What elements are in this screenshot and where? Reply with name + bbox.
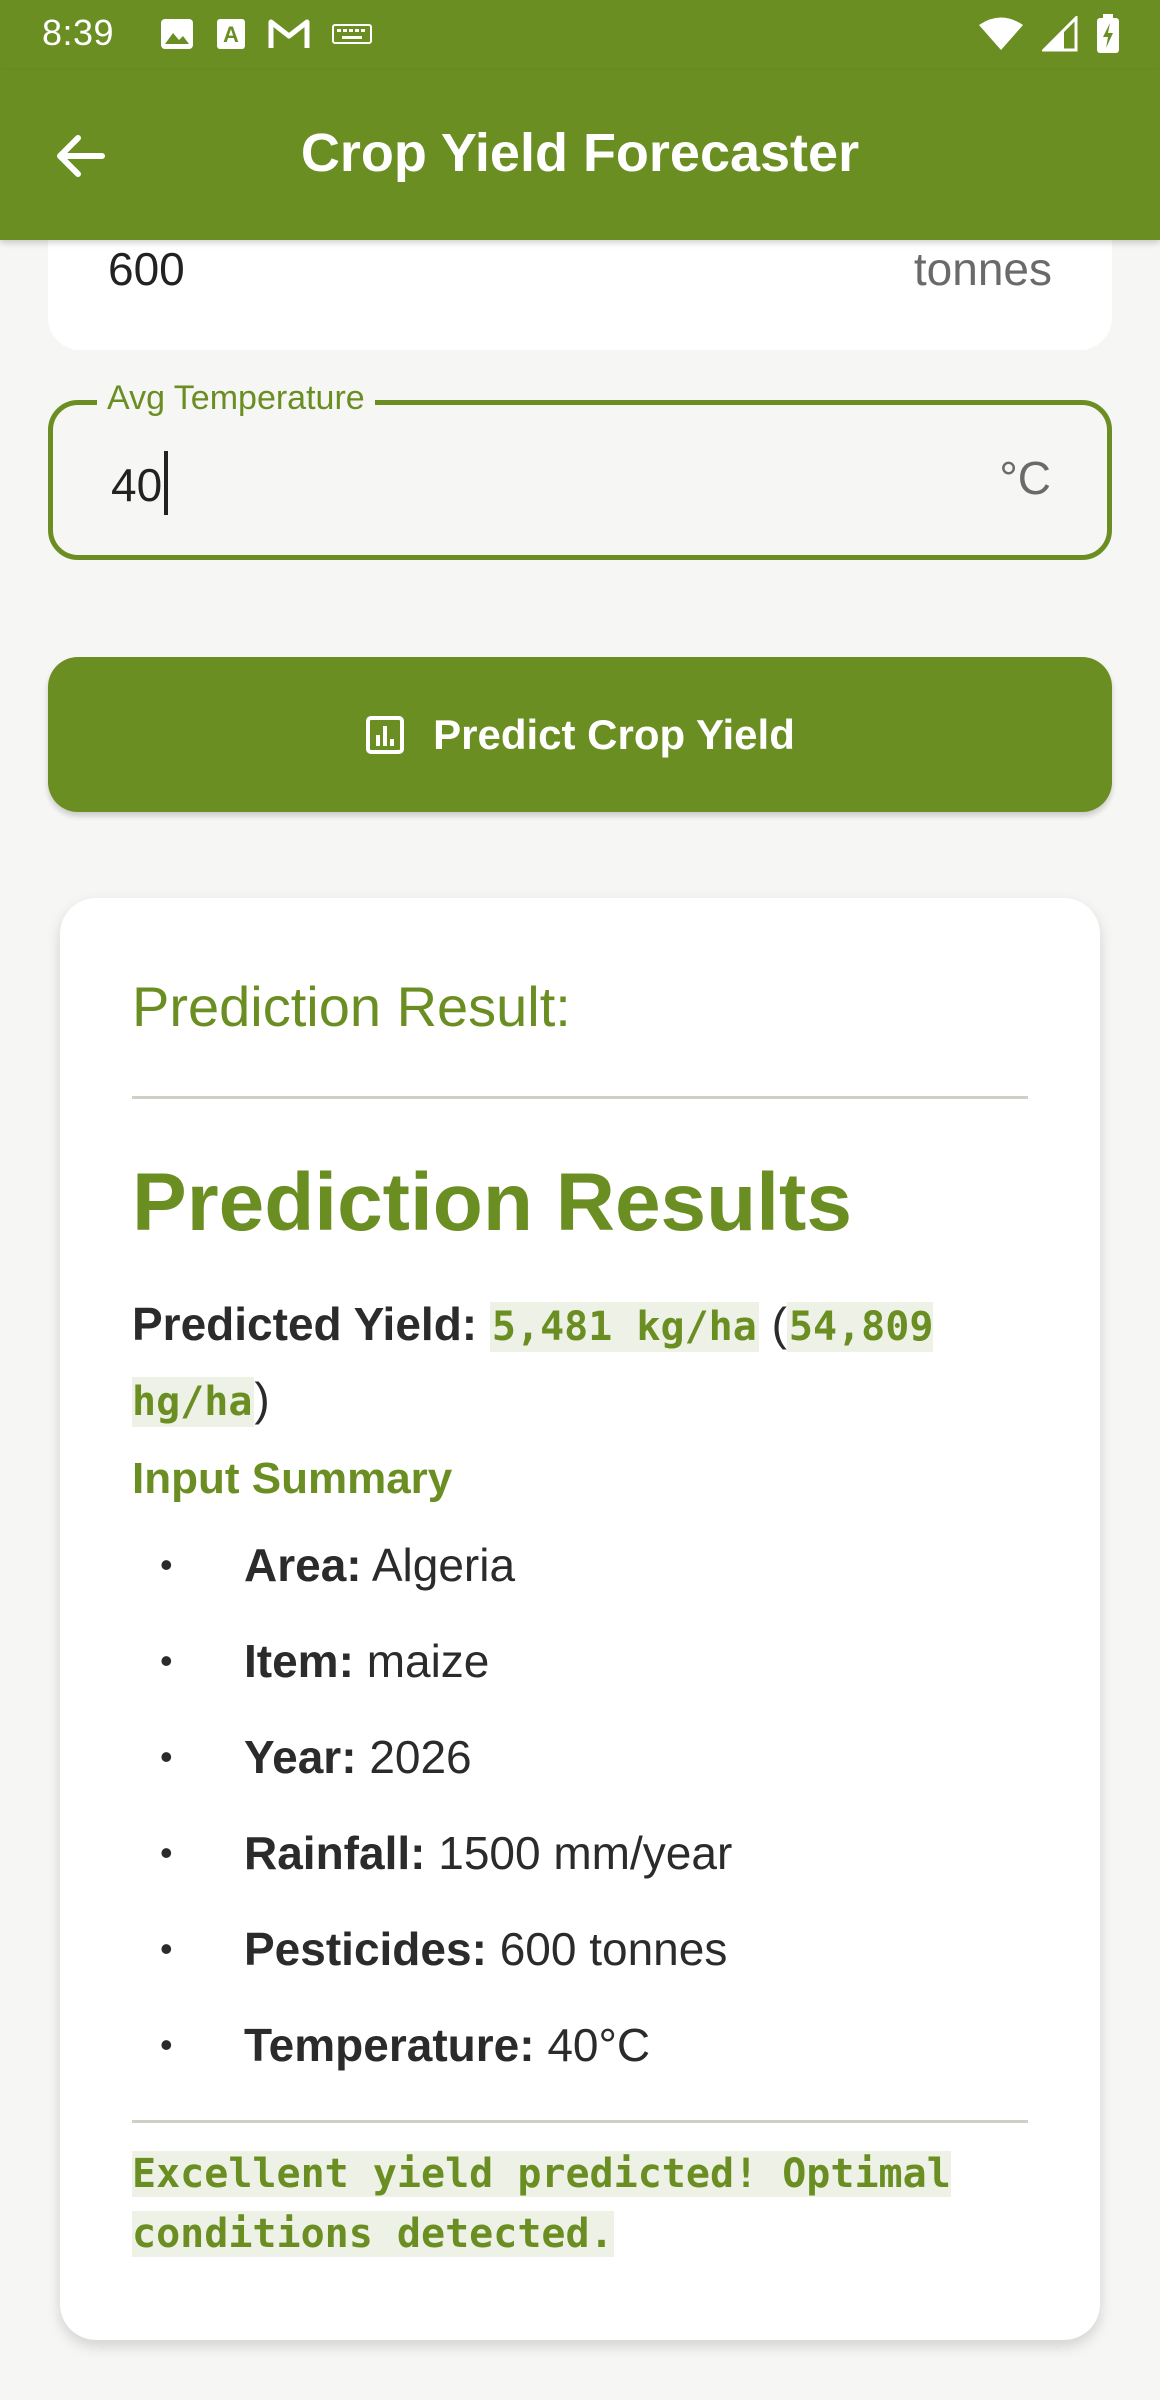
predict-button[interactable]: Predict Crop Yield: [48, 657, 1112, 812]
list-item: • Year: 2026: [160, 1731, 472, 1783]
pesticides-suffix: tonnes: [913, 243, 1052, 295]
gmail-icon: [268, 19, 310, 48]
status-time: 8:39: [42, 12, 115, 53]
list-item: • Area: Algeria: [160, 1539, 516, 1591]
yield-label: Predicted Yield:: [132, 1298, 478, 1350]
result-heading: Prediction Result:: [132, 975, 571, 1038]
list-item: • Rainfall: 1500 mm/year: [160, 1827, 733, 1879]
page-title: Crop Yield Forecaster: [300, 123, 860, 183]
summary-value: 1500 mm/year: [438, 1827, 733, 1879]
input-summary-title: Input Summary: [132, 1454, 453, 1503]
temperature-label: Avg Temperature: [97, 379, 375, 418]
summary-value: 40°C: [547, 2019, 651, 2071]
svg-text:A: A: [223, 22, 239, 47]
wifi-icon: [979, 17, 1023, 50]
divider: [132, 1096, 1028, 1099]
yield-kg: 5,481 kg/ha: [489, 1302, 759, 1352]
conclusion-line-1: Excellent yield predicted! Optimal: [132, 2151, 951, 2197]
summary-value: 600 tonnes: [499, 1923, 728, 1975]
system-icons: [978, 14, 1120, 54]
text-caret: [164, 451, 169, 515]
list-item: • Item: maize: [160, 1635, 490, 1687]
summary-key: Pesticides:: [244, 1923, 487, 1975]
list-item: • Temperature: 40°C: [160, 2019, 651, 2071]
pesticides-value: 600: [108, 243, 185, 295]
summary-key: Temperature:: [244, 2019, 535, 2071]
a-icon: A: [217, 19, 245, 49]
temperature-value: 40: [111, 459, 163, 511]
chart-icon: [366, 715, 405, 754]
summary-key: Rainfall:: [244, 1827, 426, 1879]
summary-value: maize: [366, 1635, 490, 1687]
status-bar: 8:39 A: [0, 0, 1160, 70]
image-icon: [161, 19, 193, 49]
result-card: Prediction Result: Prediction Results Pr…: [60, 898, 1100, 2340]
conclusion-line-2: conditions detected.: [132, 2211, 614, 2257]
conclusion-message: Excellent yield predicted! Optimal condi…: [132, 2144, 1042, 2264]
predict-button-label: Predict Crop Yield: [433, 710, 795, 758]
summary-value: Algeria: [371, 1539, 516, 1591]
temperature-suffix: °C: [999, 452, 1051, 504]
summary-key: Year:: [244, 1731, 357, 1783]
summary-key: Area:: [244, 1539, 362, 1591]
temperature-field[interactable]: Avg Temperature 40 °C: [48, 379, 1112, 560]
notification-icons: A: [160, 18, 372, 50]
predicted-yield: Predicted Yield: 5,481 kg/ha (54,809 hg/…: [132, 1298, 934, 1427]
signal-icon: [1042, 16, 1078, 52]
temperature-input[interactable]: 40: [111, 451, 169, 515]
input-summary-list: • Area: Algeria • Item: maize • Year: 2026 …: [160, 1538, 732, 2114]
summary-key: Item:: [244, 1635, 354, 1687]
divider: [132, 2120, 1028, 2123]
results-title: Prediction Results: [132, 1157, 852, 1248]
list-item: • Pesticides: 600 tonnes: [160, 1923, 728, 1975]
battery-icon: [1097, 14, 1119, 53]
summary-value: 2026: [369, 1731, 472, 1783]
keyboard-icon: [332, 24, 372, 44]
app-bar: Crop Yield Forecaster: [0, 70, 1160, 240]
